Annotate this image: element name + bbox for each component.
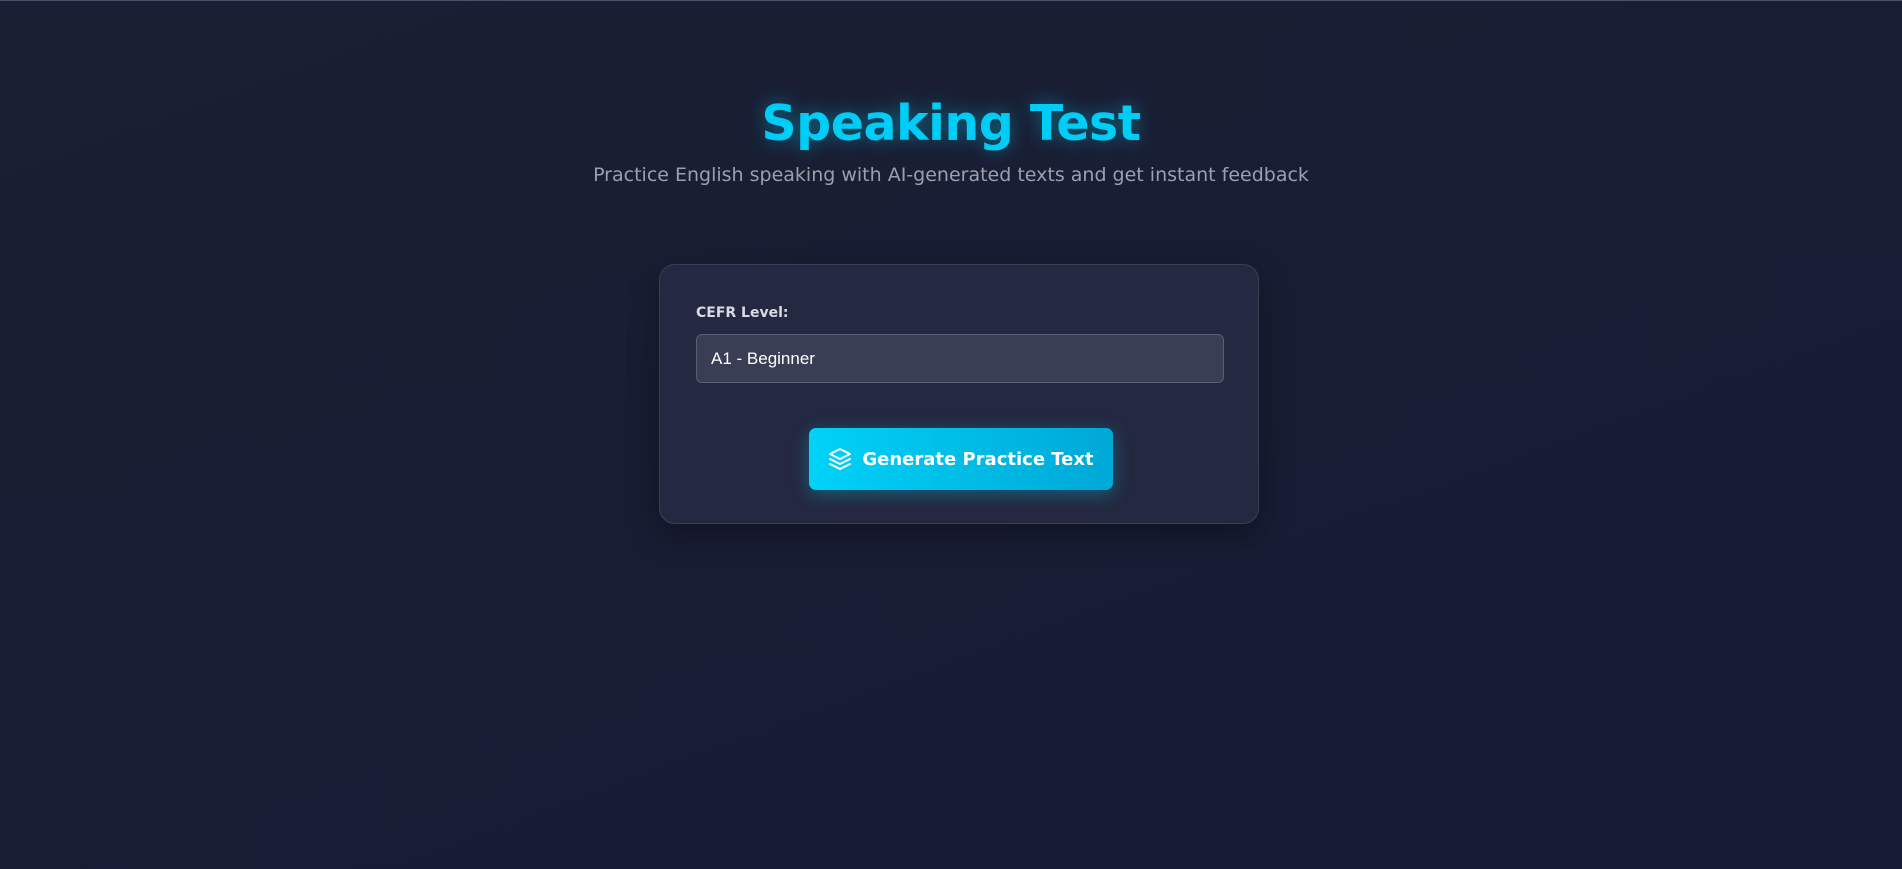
page-subtitle: Practice English speaking with AI-genera… xyxy=(593,164,1309,186)
generate-button-label: Generate Practice Text xyxy=(862,448,1094,470)
generate-practice-text-button[interactable]: Generate Practice Text xyxy=(809,428,1113,490)
cefr-level-selected-value: A1 - Beginner xyxy=(711,348,815,368)
cefr-level-label: CEFR Level: xyxy=(696,305,789,321)
page-title: Speaking Test xyxy=(761,95,1141,152)
page-header: Speaking Test Practice English speaking … xyxy=(0,90,1902,188)
practice-settings-card: CEFR Level: A1 - Beginner Generate Pract… xyxy=(659,264,1259,524)
layers-icon xyxy=(828,447,852,471)
top-border xyxy=(0,0,1902,1)
cefr-level-select[interactable]: A1 - Beginner xyxy=(696,334,1224,383)
